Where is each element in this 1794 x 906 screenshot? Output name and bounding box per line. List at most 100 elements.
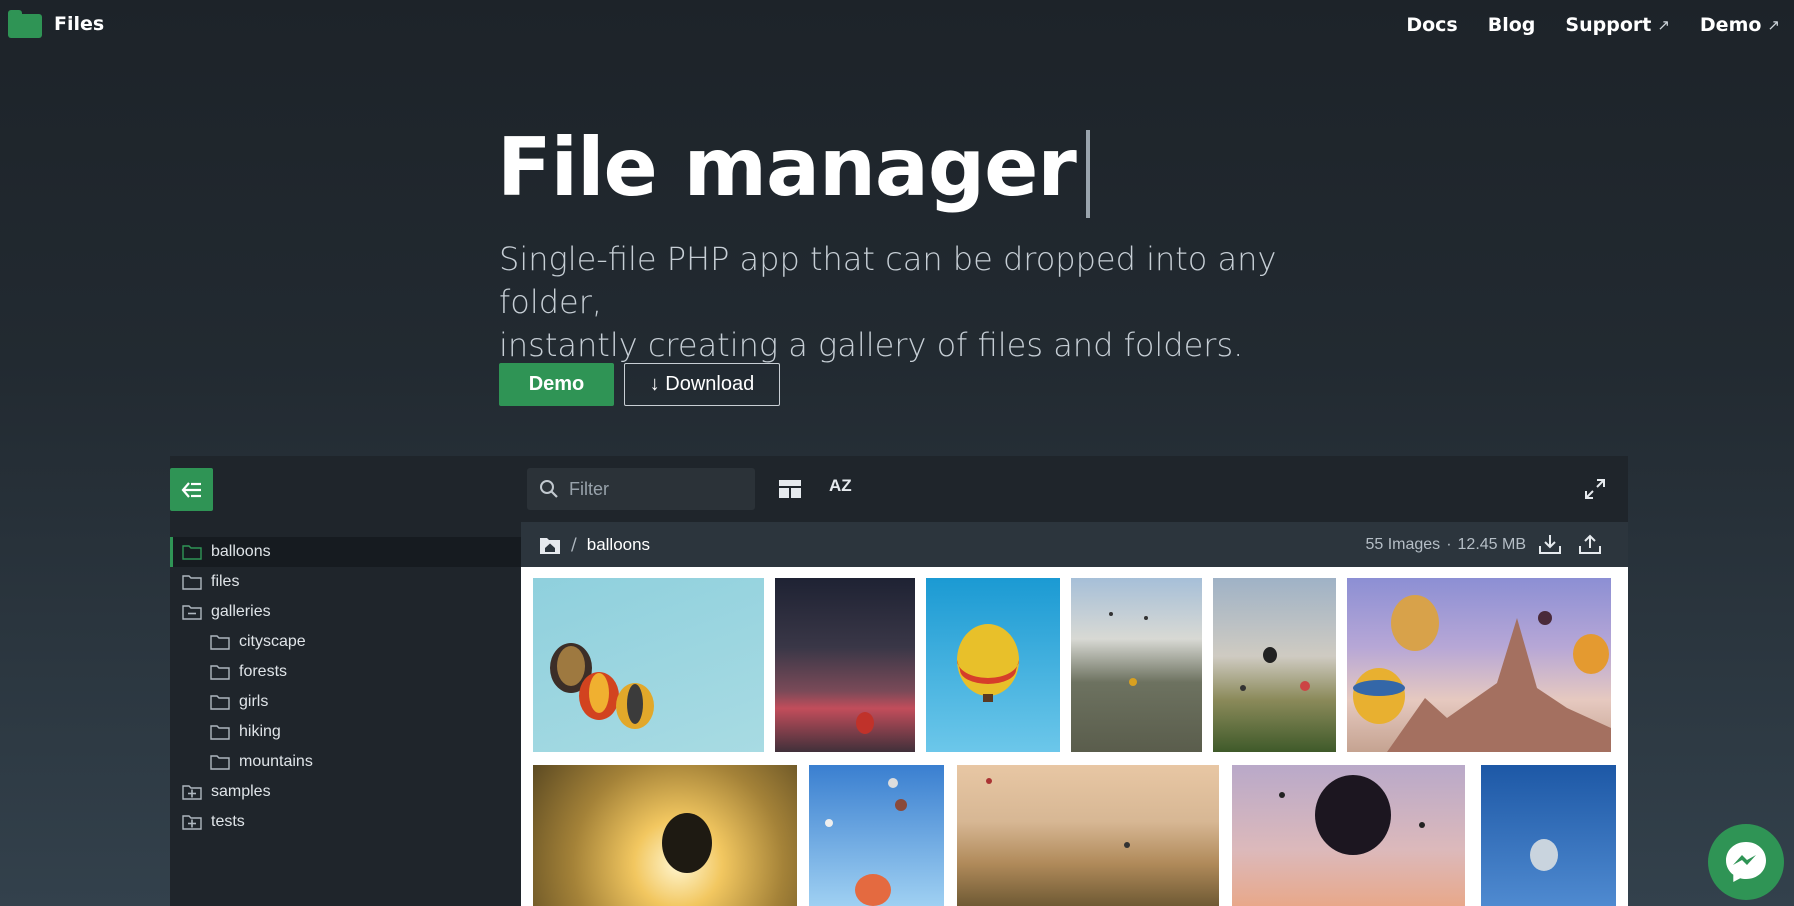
external-link-icon: ↗ xyxy=(1657,16,1670,34)
hero-title-text: File manager xyxy=(497,121,1077,214)
nav-link-label: Demo xyxy=(1699,14,1762,36)
balloon-image xyxy=(1530,839,1558,871)
tree-item-mountains[interactable]: mountains xyxy=(170,747,521,777)
tree-item-balloons[interactable]: balloons xyxy=(170,537,521,567)
hero-title: File manager xyxy=(497,118,1090,218)
balloon-image xyxy=(1353,595,1611,752)
tree-item-cityscape[interactable]: cityscape xyxy=(170,627,521,657)
image-thumbnail[interactable] xyxy=(775,578,915,752)
image-gallery xyxy=(521,567,1628,906)
folder-icon xyxy=(182,575,202,590)
messenger-icon xyxy=(1726,842,1766,882)
tree-item-tests[interactable]: tests xyxy=(170,807,521,837)
folder-icon xyxy=(210,755,230,770)
tree-item-label: samples xyxy=(211,783,271,800)
sort-button[interactable]: AZ xyxy=(829,476,852,496)
filter-input[interactable] xyxy=(569,478,739,500)
balloon-image xyxy=(1240,647,1310,691)
sidebar-toggle-button[interactable] xyxy=(170,468,213,511)
external-link-icon: ↗ xyxy=(1767,16,1780,34)
demo-button[interactable]: Demo xyxy=(499,363,614,406)
tree-item-forests[interactable]: forests xyxy=(170,657,521,687)
file-manager-window: balloons files galleries cityscape forests gi… xyxy=(170,456,1628,906)
folder-icon xyxy=(210,695,230,710)
image-thumbnail[interactable] xyxy=(926,578,1060,752)
layout-icon[interactable] xyxy=(779,480,801,498)
download-button[interactable]: ↓ Download xyxy=(624,363,780,406)
upload-icon[interactable] xyxy=(1578,533,1602,555)
nav-link-docs[interactable]: Docs xyxy=(1406,14,1457,36)
tree-item-label: girls xyxy=(239,693,269,710)
tree-item-galleries[interactable]: galleries xyxy=(170,597,521,627)
download-icon[interactable] xyxy=(1538,533,1562,555)
tree-item-label: cityscape xyxy=(239,633,306,650)
balloon-image xyxy=(662,813,712,873)
balloon-image xyxy=(986,778,1130,848)
menu-collapse-icon xyxy=(181,481,201,498)
image-count: 55 Images xyxy=(1365,536,1441,553)
balloon-image xyxy=(825,778,907,906)
breadcrumb-separator: / xyxy=(571,534,577,555)
image-thumbnail[interactable] xyxy=(533,765,797,906)
nav-link-support[interactable]: Support ↗ xyxy=(1565,14,1670,36)
info-separator: · xyxy=(1446,536,1452,553)
tree-item-samples[interactable]: samples xyxy=(170,777,521,807)
folder-expand-icon xyxy=(182,785,202,800)
home-folder-icon[interactable] xyxy=(539,535,561,555)
tree-item-files[interactable]: files xyxy=(170,567,521,597)
search-icon xyxy=(540,480,558,498)
folder-expand-icon xyxy=(182,815,202,830)
balloon-image xyxy=(1279,775,1425,855)
image-thumbnail[interactable] xyxy=(1347,578,1611,752)
top-navigation: Files Docs Blog Support ↗ Demo ↗ xyxy=(0,0,1794,50)
nav-link-label: Support xyxy=(1565,14,1652,36)
balloon-image xyxy=(1109,612,1148,686)
balloon-image xyxy=(550,643,654,729)
nav-link-label: Docs xyxy=(1406,14,1458,36)
typing-caret xyxy=(1085,130,1090,218)
subtitle-line: instantly creating a gallery of files an… xyxy=(499,326,1244,364)
image-thumbnail[interactable] xyxy=(1232,765,1465,906)
balloon-image xyxy=(856,712,874,734)
nav-links: Docs Blog Support ↗ Demo ↗ xyxy=(1406,0,1794,50)
folder-tree: balloons files galleries cityscape forests gi… xyxy=(170,537,521,837)
image-thumbnail[interactable] xyxy=(809,765,944,906)
fullscreen-icon[interactable] xyxy=(1584,478,1606,500)
folder-icon xyxy=(210,725,230,740)
sort-label: AZ xyxy=(829,476,852,495)
hero-subtitle: Single-file PHP app that can be dropped … xyxy=(499,238,1299,367)
tree-item-girls[interactable]: girls xyxy=(170,687,521,717)
nav-link-blog[interactable]: Blog xyxy=(1488,14,1536,36)
image-thumbnail[interactable] xyxy=(533,578,764,752)
image-thumbnail[interactable] xyxy=(1071,578,1202,752)
tree-item-label: mountains xyxy=(239,753,313,770)
balloon-image xyxy=(957,624,1019,702)
tree-item-label: tests xyxy=(211,813,245,830)
folder-collapse-icon xyxy=(182,605,202,620)
logo[interactable]: Files xyxy=(8,10,104,38)
folder-icon xyxy=(210,635,230,650)
folder-size: 12.45 MB xyxy=(1457,536,1526,553)
tree-item-hiking[interactable]: hiking xyxy=(170,717,521,747)
tree-item-label: forests xyxy=(239,663,288,680)
tree-item-label: hiking xyxy=(239,723,281,740)
image-thumbnail[interactable] xyxy=(957,765,1219,906)
tree-item-label: galleries xyxy=(211,603,271,620)
app-name: Files xyxy=(54,13,105,35)
main-pane: AZ / balloons 55 Images · 12.45 MB xyxy=(521,456,1628,906)
folder-icon xyxy=(210,665,230,680)
breadcrumb-bar: / balloons 55 Images · 12.45 MB xyxy=(521,522,1628,567)
chat-button[interactable] xyxy=(1708,824,1784,900)
tree-item-label: files xyxy=(211,573,240,590)
folder-logo-icon xyxy=(8,10,42,38)
breadcrumb-current[interactable]: balloons xyxy=(587,535,650,555)
image-thumbnail[interactable] xyxy=(1481,765,1616,906)
subtitle-line: Single-file PHP app that can be dropped … xyxy=(499,240,1277,321)
folder-icon xyxy=(182,545,202,560)
toolbar: AZ xyxy=(521,456,1628,522)
nav-link-demo[interactable]: Demo ↗ xyxy=(1700,14,1780,36)
tree-item-label: balloons xyxy=(211,543,271,560)
filter-box[interactable] xyxy=(527,468,755,510)
folder-info: 55 Images · 12.45 MB xyxy=(1365,536,1526,554)
image-thumbnail[interactable] xyxy=(1213,578,1336,752)
